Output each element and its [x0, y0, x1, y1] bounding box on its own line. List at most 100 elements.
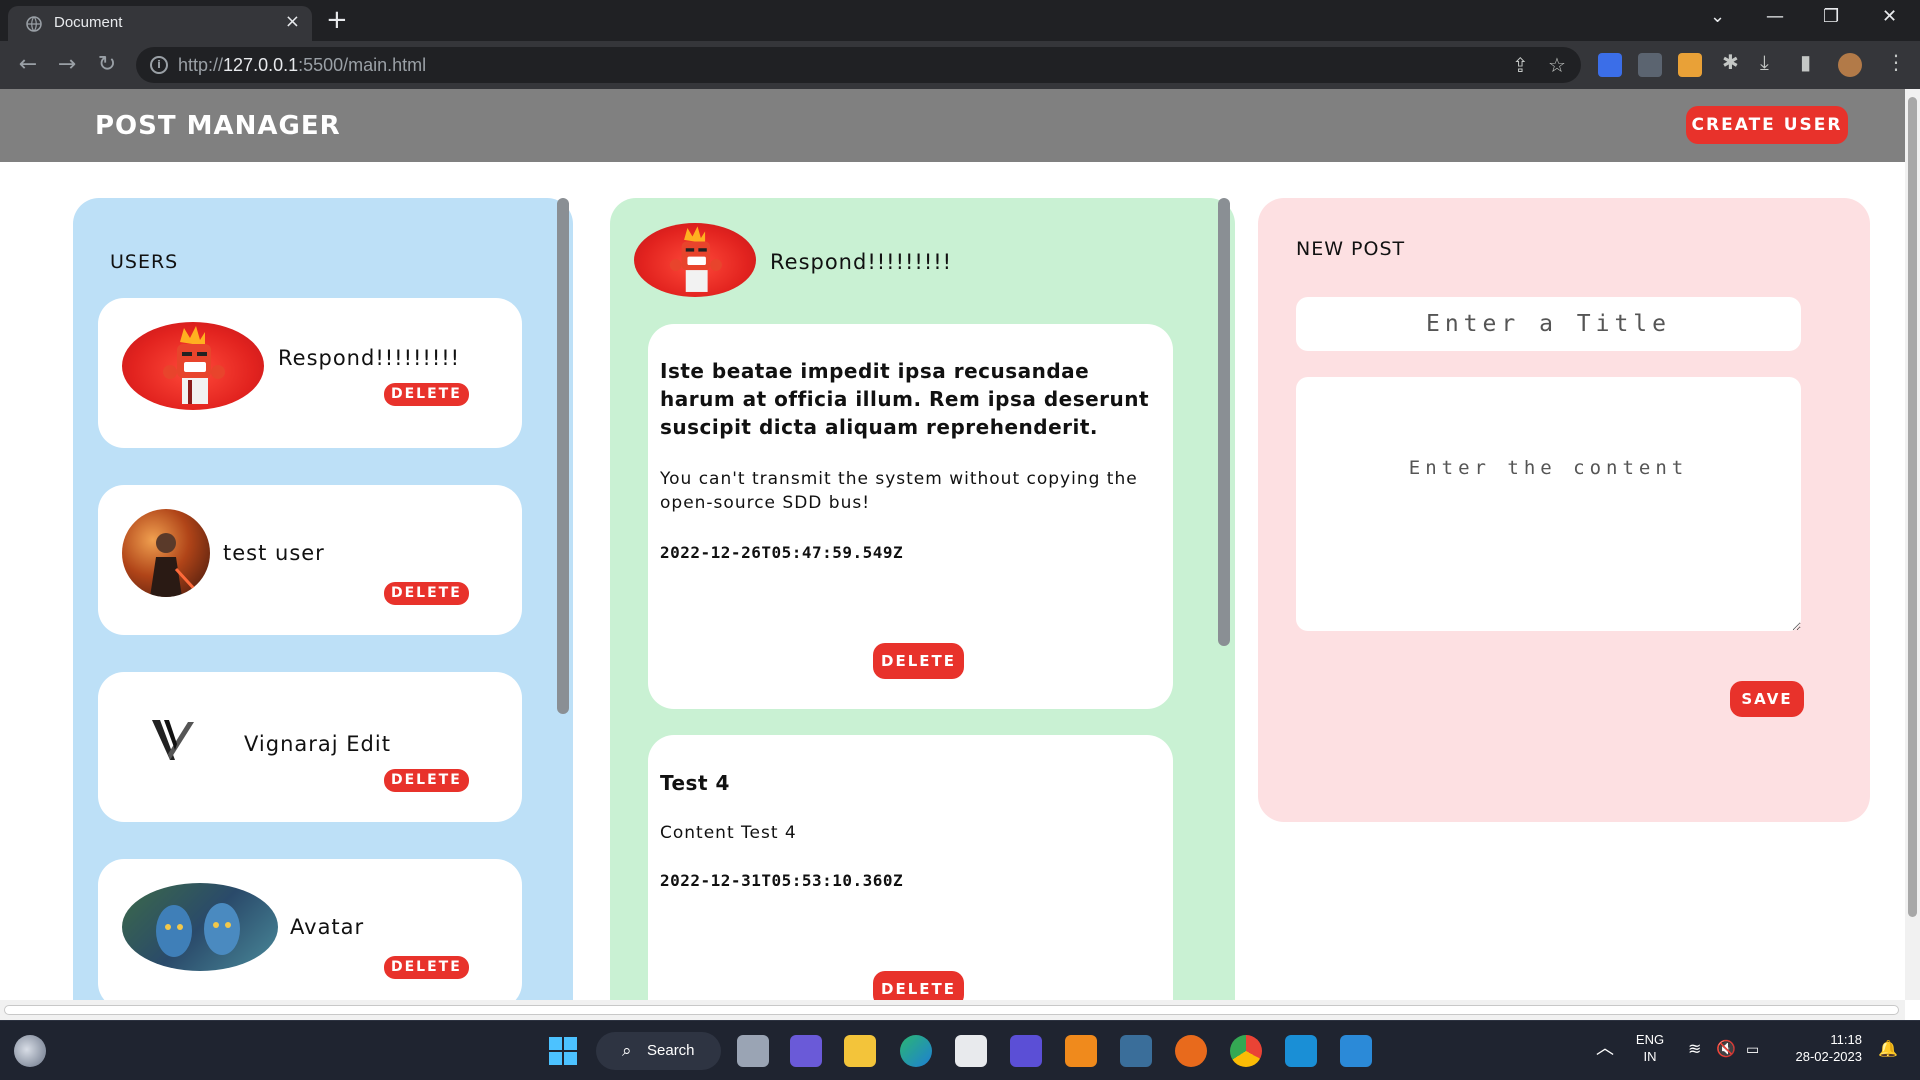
page-horizontal-scrollbar[interactable]	[0, 1000, 1905, 1020]
clock[interactable]: 11:18 28-02-2023	[1782, 1031, 1863, 1065]
page-vertical-scrollbar[interactable]	[1905, 89, 1920, 1000]
post-title: Test 4	[660, 771, 730, 795]
menu-dots-icon[interactable]: ⋮	[1886, 50, 1906, 74]
close-window-button[interactable]: ✕	[1882, 6, 1897, 27]
tab-title: Document	[54, 14, 123, 31]
fl-studio-icon[interactable]	[1175, 1035, 1207, 1067]
users-heading: USERS	[110, 251, 179, 273]
reload-icon[interactable]: ↻	[91, 49, 123, 81]
back-arrow-icon[interactable]: ←	[12, 49, 44, 81]
windows-taskbar: ⌕ Search ︿ ENG IN ≋ 🔇 ▭ 11:18 28-02-2023 🔔	[0, 1020, 1920, 1080]
delete-post-button[interactable]: DELETE	[873, 971, 964, 1000]
share-icon[interactable]: ⇪	[1512, 53, 1529, 77]
post-content: You can't transmit the system without co…	[660, 469, 1138, 513]
post-content-textarea[interactable]	[1296, 377, 1801, 631]
post-author-name: Respond!!!!!!!!!	[770, 250, 953, 274]
notification-icon[interactable]: 🔔	[1878, 1041, 1898, 1058]
user-card[interactable]: Respond!!!!!!!!! DELETE	[98, 298, 522, 448]
teams-icon[interactable]	[790, 1035, 822, 1067]
forward-arrow-icon[interactable]: →	[51, 49, 83, 81]
search-icon: ⌕	[622, 1041, 632, 1060]
user-card[interactable]: test user DELETE	[98, 485, 522, 635]
vscode-icon[interactable]	[1340, 1035, 1372, 1067]
puzzle-icon[interactable]: ✱	[1722, 50, 1739, 74]
angry-character-icon	[669, 226, 722, 292]
browser-tab-bar: Document × + ⌄ — ❐ ✕	[0, 0, 1920, 41]
keyboard-app-icon[interactable]	[1120, 1035, 1152, 1067]
delete-user-button[interactable]: DELETE	[384, 956, 469, 979]
post-card: Iste beatae impedit ipsa recusandae haru…	[648, 324, 1173, 709]
post-author-avatar	[634, 223, 756, 297]
vlc-icon[interactable]	[1065, 1035, 1097, 1067]
post-card: Test 4 Content Test 4 2022-12-31T05:53:1…	[648, 735, 1173, 1000]
download-icon[interactable]: ⤓	[1760, 50, 1769, 74]
scrollbar-thumb[interactable]	[4, 1005, 1899, 1015]
user-name: test user	[223, 541, 325, 565]
post-content: Content Test 4	[660, 823, 797, 843]
language-indicator[interactable]: ENG IN	[1632, 1031, 1668, 1065]
delete-user-button[interactable]: DELETE	[384, 769, 469, 792]
taskbar-search[interactable]: ⌕ Search	[596, 1032, 721, 1070]
posts-scrollbar[interactable]	[1218, 198, 1230, 646]
wifi-icon[interactable]: ≋	[1688, 1041, 1701, 1058]
scrollbar-thumb[interactable]	[1908, 97, 1917, 917]
weather-icon[interactable]	[14, 1035, 46, 1067]
profile-avatar[interactable]	[1838, 53, 1862, 77]
task-view-icon[interactable]	[737, 1035, 769, 1067]
delete-post-button[interactable]: DELETE	[873, 643, 964, 679]
tab-search-chevron-icon[interactable]: ⌄	[1710, 6, 1725, 27]
search-label: Search	[647, 1042, 695, 1059]
user-card[interactable]: Vignaraj Edit DELETE	[98, 672, 522, 822]
page-viewport: POST MANAGER CREATE USER USERS Respond!!…	[0, 89, 1905, 1000]
user-name: Respond!!!!!!!!!	[278, 346, 461, 370]
extension-icon[interactable]	[1598, 53, 1622, 77]
l-app-icon[interactable]	[1285, 1035, 1317, 1067]
speaker-muted-icon[interactable]: 🔇	[1716, 1041, 1736, 1058]
app-icon[interactable]	[1010, 1035, 1042, 1067]
angry-character-icon	[163, 326, 225, 404]
delete-user-button[interactable]: DELETE	[384, 383, 469, 406]
avatar-film-icon	[156, 903, 240, 957]
user-avatar	[122, 509, 210, 597]
minimize-button[interactable]: —	[1766, 6, 1784, 27]
user-name: Vignaraj Edit	[244, 732, 391, 756]
windows-start-icon[interactable]	[547, 1035, 579, 1067]
post-date: 2022-12-31T05:53:10.360Z	[660, 871, 904, 890]
browser-tab[interactable]: Document ×	[8, 6, 312, 41]
new-tab-button[interactable]: +	[326, 6, 348, 34]
user-avatar	[148, 714, 198, 764]
sith-character-icon	[150, 533, 200, 597]
address-bar[interactable]: i http://127.0.0.1:5500/main.html ⇪ ☆	[136, 47, 1581, 83]
edge-icon[interactable]	[900, 1035, 932, 1067]
battery-icon[interactable]: ▭	[1746, 1041, 1759, 1058]
url-text: http://127.0.0.1:5500/main.html	[178, 55, 427, 75]
user-name: Avatar	[290, 915, 365, 939]
image-extension-icon[interactable]	[1678, 53, 1702, 77]
info-icon[interactable]: i	[150, 56, 168, 74]
v-logo-icon	[152, 720, 194, 760]
new-post-heading: NEW POST	[1296, 238, 1406, 260]
restore-button[interactable]: ❐	[1823, 6, 1839, 27]
globe-icon	[26, 16, 42, 32]
app-header: POST MANAGER CREATE USER	[0, 89, 1905, 162]
tab-close-icon[interactable]: ×	[285, 12, 300, 32]
delete-user-button[interactable]: DELETE	[384, 582, 469, 605]
user-card[interactable]: Avatar DELETE	[98, 859, 522, 1000]
save-post-button[interactable]: SAVE	[1730, 681, 1804, 717]
chrome-icon[interactable]	[1230, 1035, 1262, 1067]
file-explorer-icon[interactable]	[844, 1035, 876, 1067]
chevron-up-icon[interactable]: ︿	[1596, 1039, 1614, 1057]
bookmark-star-icon[interactable]: ☆	[1548, 53, 1566, 77]
users-scrollbar[interactable]	[557, 198, 569, 714]
app-title: POST MANAGER	[95, 111, 341, 141]
store-icon[interactable]	[955, 1035, 987, 1067]
side-panel-icon[interactable]: ▮	[1800, 50, 1811, 74]
create-user-button[interactable]: CREATE USER	[1686, 106, 1848, 144]
user-avatar	[122, 322, 264, 410]
user-avatar	[122, 883, 278, 971]
post-title-input[interactable]	[1296, 297, 1801, 351]
browser-toolbar: ← → ↻ i http://127.0.0.1:5500/main.html …	[0, 41, 1920, 89]
post-date: 2022-12-26T05:47:59.549Z	[660, 543, 904, 562]
pen-extension-icon[interactable]	[1638, 53, 1662, 77]
post-title: Iste beatae impedit ipsa recusandae haru…	[660, 359, 1150, 439]
